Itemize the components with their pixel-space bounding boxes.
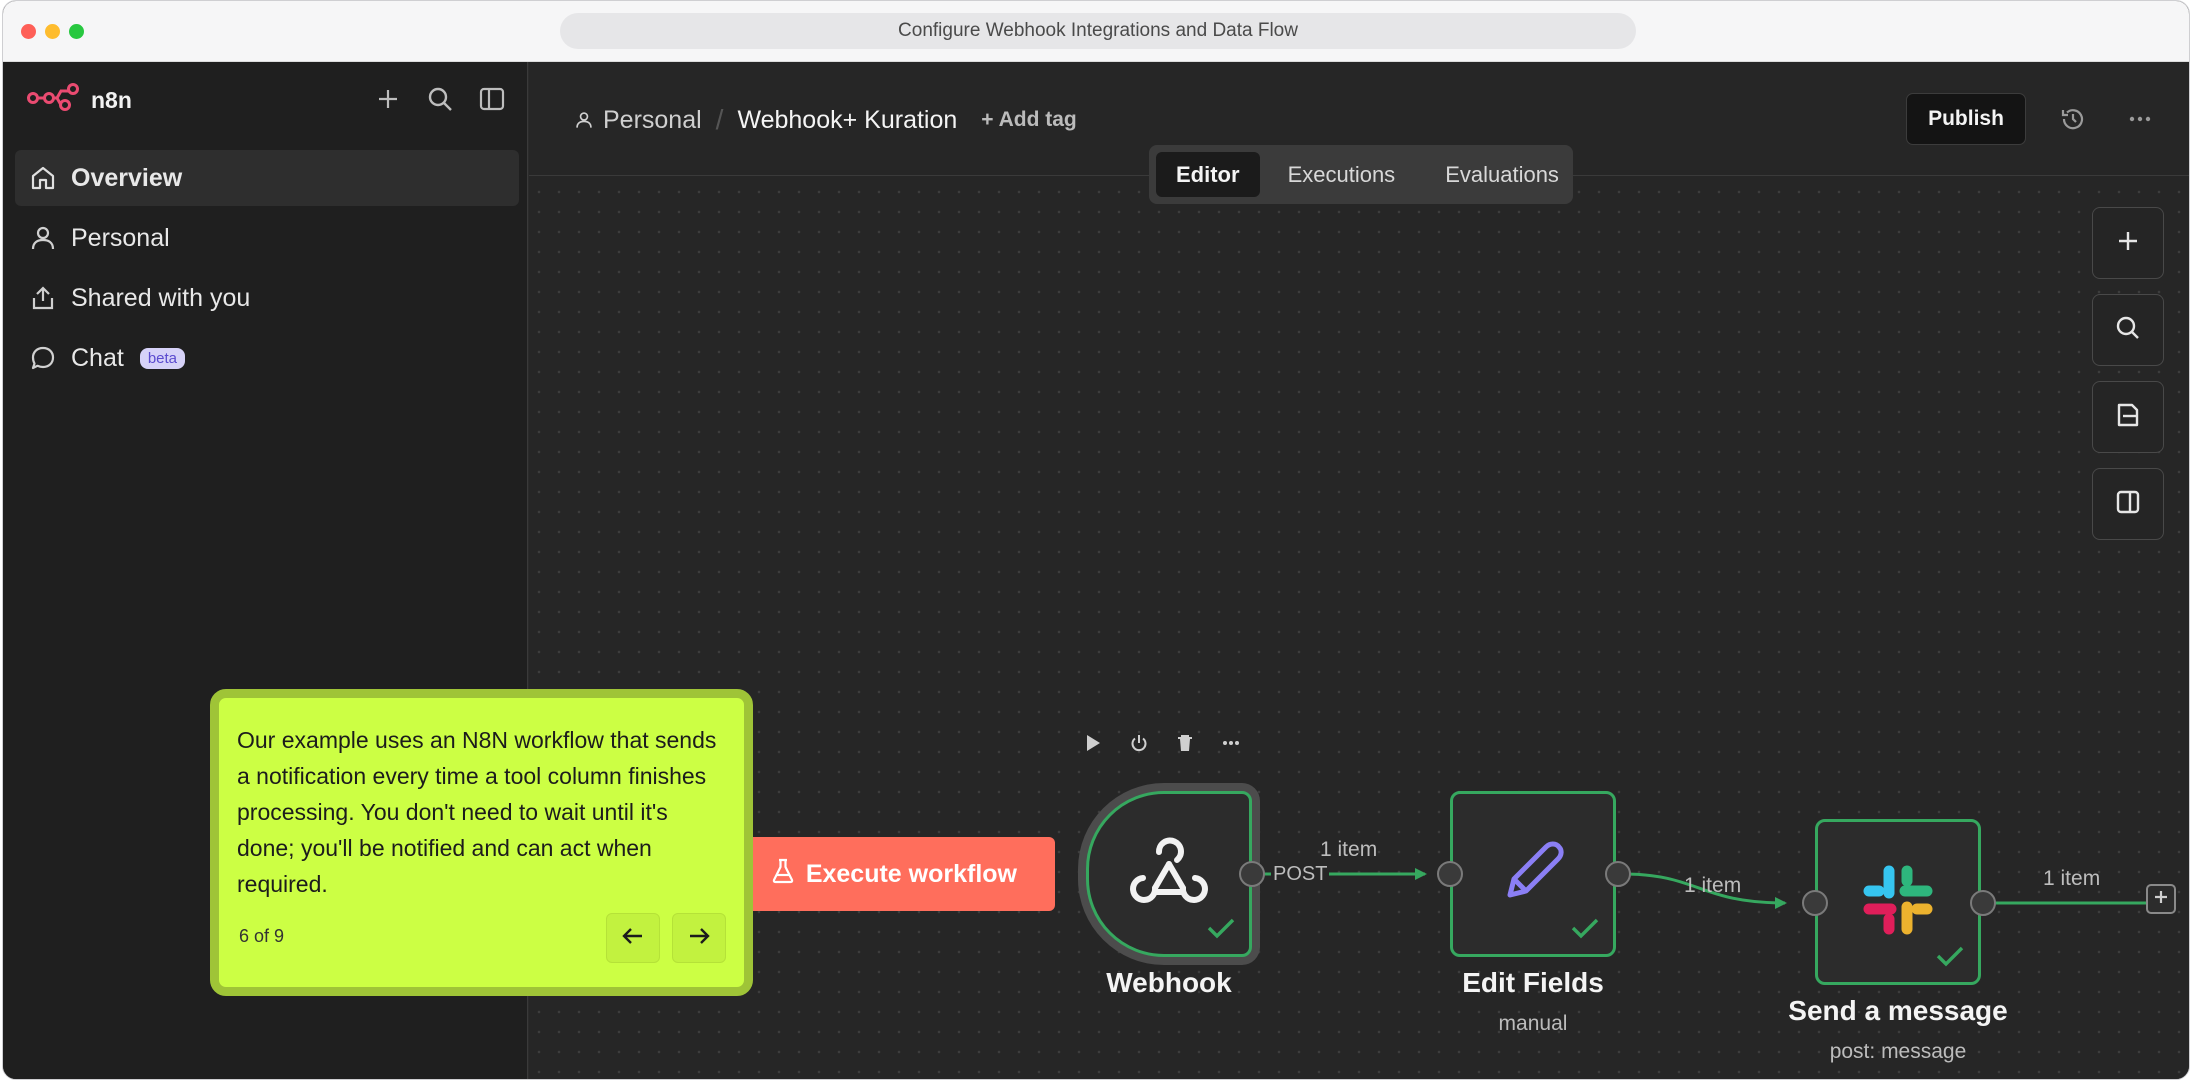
edit-fields-output-port[interactable] bbox=[1605, 861, 1631, 887]
send-message-input-port[interactable] bbox=[1802, 890, 1828, 916]
sidebar-item-label: Chat bbox=[71, 343, 124, 372]
chat-icon bbox=[29, 344, 57, 372]
tab-evaluations[interactable]: Evaluations bbox=[1423, 152, 1581, 197]
node-toolbar bbox=[1082, 732, 1242, 754]
execute-workflow-label: Execute workflow bbox=[805, 859, 1017, 888]
title-bar: Configure Webhook Integrations and Data … bbox=[3, 1, 2189, 62]
tour-next-button[interactable] bbox=[672, 913, 726, 963]
power-icon[interactable] bbox=[1128, 732, 1150, 754]
browser-window: Configure Webhook Integrations and Data … bbox=[2, 0, 2190, 1080]
plus-icon[interactable] bbox=[373, 84, 403, 114]
view-tabs: Editor Executions Evaluations bbox=[1149, 145, 1573, 204]
sidebar-item-label: Overview bbox=[71, 163, 183, 192]
success-check-icon bbox=[1207, 917, 1235, 944]
sidebar-item-chat[interactable]: Chat beta bbox=[15, 330, 519, 386]
sidebar-item-label: Personal bbox=[71, 223, 170, 252]
sidebar-item-shared[interactable]: Shared with you bbox=[15, 270, 519, 326]
share-icon bbox=[29, 284, 57, 312]
edit-fields-input-port[interactable] bbox=[1437, 861, 1463, 887]
sidebar-nav: Overview Personal Shared with you Chat b… bbox=[15, 150, 519, 390]
pencil-icon bbox=[1498, 837, 1568, 912]
tab-executions[interactable]: Executions bbox=[1266, 152, 1418, 197]
edit-fields-node[interactable] bbox=[1450, 791, 1616, 957]
send-message-output-port[interactable] bbox=[1970, 890, 1996, 916]
maximize-window-button[interactable] bbox=[69, 24, 84, 39]
close-window-button[interactable] bbox=[21, 24, 36, 39]
edge-item-count: 1 item bbox=[2043, 867, 2101, 890]
success-check-icon bbox=[1571, 917, 1599, 944]
node-subtitle-edit-fields: manual bbox=[1498, 1012, 1568, 1035]
webhook-node[interactable] bbox=[1086, 791, 1252, 957]
sidebar-item-label: Shared with you bbox=[71, 283, 251, 312]
brand-name: n8n bbox=[91, 86, 132, 113]
sidebar-toggle-icon[interactable] bbox=[477, 84, 507, 114]
tour-step-counter: 6 of 9 bbox=[239, 926, 285, 946]
sidebar-item-overview[interactable]: Overview bbox=[15, 150, 519, 206]
webhook-output-port[interactable] bbox=[1239, 861, 1265, 887]
node-label-edit-fields: Edit Fields bbox=[1462, 967, 1604, 998]
workflow-canvas[interactable]: Personal / Webhook+ Kuration + Add tag P… bbox=[529, 62, 2189, 1079]
n8n-logo-icon bbox=[27, 82, 81, 118]
home-icon bbox=[29, 164, 57, 192]
tour-text: Our example uses an N8N workflow that se… bbox=[237, 727, 717, 897]
arrow-right-icon bbox=[688, 927, 710, 950]
send-message-node[interactable] bbox=[1815, 819, 1981, 985]
node-label-send-message: Send a message bbox=[1788, 995, 2008, 1026]
arrow-left-icon bbox=[622, 927, 644, 950]
sidebar-tools bbox=[373, 84, 507, 114]
trash-icon[interactable] bbox=[1174, 732, 1196, 754]
slack-icon bbox=[1861, 863, 1935, 942]
sidebar-item-personal[interactable]: Personal bbox=[15, 210, 519, 266]
tour-previous-button[interactable] bbox=[606, 913, 660, 963]
plus-icon bbox=[2153, 889, 2169, 910]
beta-badge: beta bbox=[139, 347, 186, 369]
node-label-webhook: Webhook bbox=[1106, 967, 1232, 998]
tab-editor[interactable]: Editor bbox=[1156, 152, 1260, 197]
edge-branch-label: POST bbox=[1271, 863, 1330, 886]
play-icon[interactable] bbox=[1082, 732, 1104, 754]
tour-popover: Our example uses an N8N workflow that se… bbox=[210, 689, 753, 996]
success-check-icon bbox=[1936, 945, 1964, 972]
brand[interactable]: n8n bbox=[27, 82, 132, 118]
flask-icon bbox=[772, 858, 794, 891]
user-icon bbox=[29, 224, 57, 252]
add-next-node-button[interactable] bbox=[2146, 884, 2176, 914]
edge-item-count: 1 item bbox=[1320, 838, 1378, 861]
node-subtitle-send-message: post: message bbox=[1829, 1040, 1967, 1063]
more-options-icon[interactable] bbox=[1220, 732, 1242, 754]
search-icon[interactable] bbox=[425, 84, 455, 114]
edge-item-count: 1 item bbox=[1684, 874, 1742, 897]
window-title[interactable]: Configure Webhook Integrations and Data … bbox=[560, 13, 1636, 49]
webhook-icon bbox=[1129, 834, 1209, 915]
minimize-window-button[interactable] bbox=[45, 24, 60, 39]
execute-workflow-button[interactable]: Execute workflow bbox=[724, 837, 1055, 911]
tour-navigation bbox=[606, 913, 726, 963]
